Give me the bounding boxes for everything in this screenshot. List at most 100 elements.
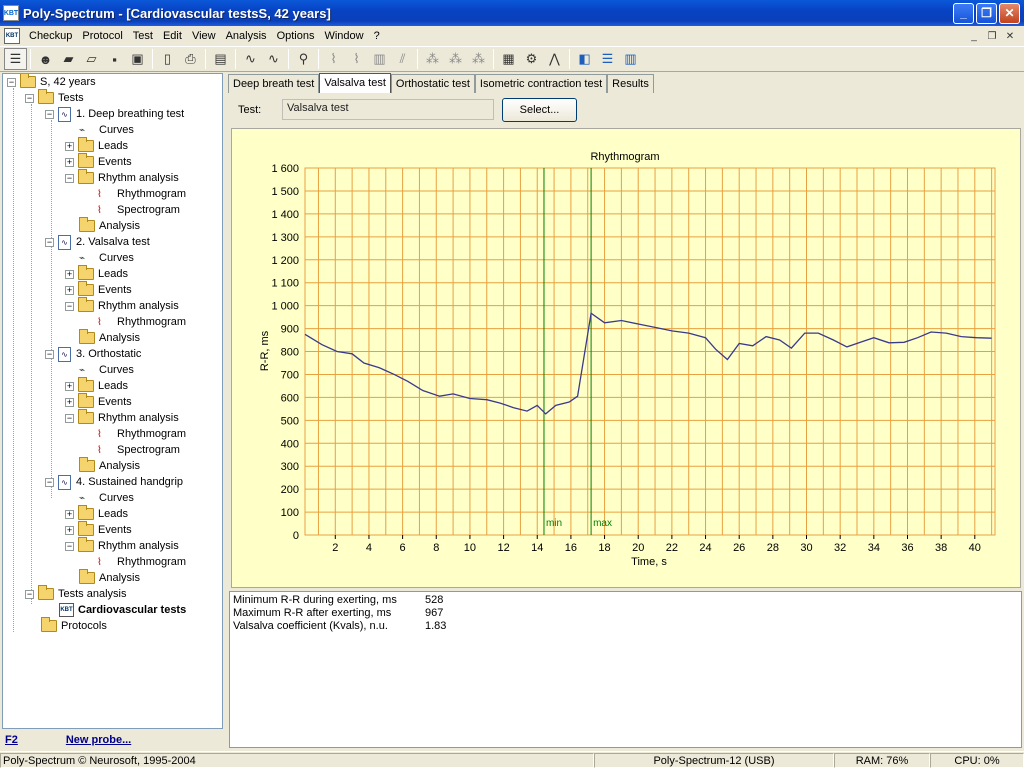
tree-panel[interactable]: − S, 42 years − Tests − ∿ 1. Deep breath… — [2, 73, 223, 729]
select-button[interactable]: Select... — [502, 98, 577, 122]
user-icon[interactable]: ☻ — [34, 48, 57, 70]
expand-icon[interactable]: + — [65, 157, 74, 167]
tree-item-rhythm-analysis[interactable]: − Rhythm analysis — [65, 537, 179, 554]
tab-deep-breath[interactable]: Deep breath test — [228, 74, 320, 93]
chart-line-icon[interactable]: ⌇ — [322, 48, 345, 70]
chart-area-icon[interactable]: ⌇ — [345, 48, 368, 70]
tree-item-analysis[interactable]: Analysis — [79, 329, 140, 346]
tree-item-spectrogram[interactable]: ⌇ Spectrogram — [97, 442, 180, 458]
expand-icon[interactable]: + — [65, 141, 74, 151]
tab-orthostatic[interactable]: Orthostatic test — [390, 74, 475, 93]
tree-item-test4[interactable]: − ∿ 4. Sustained handgrip — [45, 474, 183, 490]
bike-icon[interactable]: ⚙ — [520, 48, 543, 70]
tree-item-rhythmogram[interactable]: ⌇ Rhythmogram — [97, 554, 186, 570]
kbt-icon[interactable]: ▦ — [497, 48, 520, 70]
lock-icon[interactable]: ▣ — [126, 48, 149, 70]
tree-item-leads[interactable]: + Leads — [65, 377, 128, 394]
tree-item-root[interactable]: − S, 42 years — [7, 74, 96, 90]
scatter3-icon[interactable]: ⁂ — [467, 48, 490, 70]
tree-item-curves[interactable]: ⌁ Curves — [79, 490, 134, 506]
collapse-icon[interactable]: − — [65, 541, 74, 551]
tree-item-rhythm-analysis[interactable]: − Rhythm analysis — [65, 409, 179, 426]
cascade-icon[interactable]: ◧ — [573, 48, 596, 70]
tree-item-curves[interactable]: ⌁ Curves — [79, 122, 134, 138]
collapse-icon[interactable]: − — [65, 301, 74, 311]
collapse-icon[interactable]: − — [25, 93, 34, 103]
tree-item-test3[interactable]: − ∿ 3. Orthostatic — [45, 346, 141, 362]
zoom-icon[interactable]: ⚲ — [292, 48, 315, 70]
collapse-icon[interactable]: − — [45, 477, 54, 487]
tree-item-rhythmogram[interactable]: ⌇ Rhythmogram — [97, 314, 186, 330]
menu-protocol[interactable]: Protocol — [77, 27, 127, 45]
expand-icon[interactable]: + — [65, 397, 74, 407]
tree-item-rhythmogram[interactable]: ⌇ Rhythmogram — [97, 186, 186, 202]
tree-item-protocols[interactable]: Protocols — [41, 617, 107, 634]
mdi-window-icon[interactable]: KBT — [4, 28, 20, 44]
tree-item-events[interactable]: + Events — [65, 153, 132, 170]
tree-item-rhythm-analysis[interactable]: − Rhythm analysis — [65, 169, 179, 186]
menu-options[interactable]: Options — [272, 27, 320, 45]
menu-edit[interactable]: Edit — [158, 27, 187, 45]
tree-item-tests-analysis[interactable]: − Tests analysis — [25, 585, 126, 602]
expand-icon[interactable]: + — [65, 509, 74, 519]
tree-item-events[interactable]: + Events — [65, 521, 132, 538]
save-icon[interactable]: ▪ — [103, 48, 126, 70]
tree-item-test1[interactable]: − ∿ 1. Deep breathing test — [45, 106, 184, 122]
collapse-icon[interactable]: − — [45, 237, 54, 247]
mdi-minimize-button[interactable]: _ — [966, 29, 982, 43]
collapse-icon[interactable]: − — [65, 173, 74, 183]
new-folder-icon[interactable]: ▰ — [57, 48, 80, 70]
tree-item-analysis[interactable]: Analysis — [79, 457, 140, 474]
collapse-icon[interactable]: − — [7, 77, 16, 87]
menu-checkup[interactable]: Checkup — [24, 27, 77, 45]
tree-item-spectrogram[interactable]: ⌇ Spectrogram — [97, 202, 180, 218]
tab-isometric[interactable]: Isometric contraction test — [474, 74, 608, 93]
tree-item-rhythmogram[interactable]: ⌇ Rhythmogram — [97, 426, 186, 442]
tree-view-icon[interactable]: ☰ — [4, 48, 27, 70]
expand-icon[interactable]: + — [65, 525, 74, 535]
expand-icon[interactable]: + — [65, 269, 74, 279]
scatter1-icon[interactable]: ⁂ — [421, 48, 444, 70]
tree-item-rhythm-analysis[interactable]: − Rhythm analysis — [65, 297, 179, 314]
tile-vertical-icon[interactable]: ▥ — [619, 48, 642, 70]
tree-item-cardiovascular-tests[interactable]: KBT Cardiovascular tests — [59, 602, 186, 618]
print-icon[interactable]: ⎙ — [179, 48, 202, 70]
menu-analysis[interactable]: Analysis — [221, 27, 272, 45]
protocol-icon[interactable]: ▤ — [209, 48, 232, 70]
tree-item-test2[interactable]: − ∿ 2. Valsalva test — [45, 234, 150, 250]
ecg-doc-icon[interactable]: ∿ — [262, 48, 285, 70]
expand-icon[interactable]: + — [65, 285, 74, 295]
tile-horizontal-icon[interactable]: ☰ — [596, 48, 619, 70]
tree-item-curves[interactable]: ⌁ Curves — [79, 362, 134, 378]
collapse-icon[interactable]: − — [45, 349, 54, 359]
collapse-icon[interactable]: − — [65, 413, 74, 423]
tab-valsalva[interactable]: Valsalva test — [319, 73, 391, 93]
maximize-button[interactable]: ❐ — [976, 2, 997, 24]
tab-results[interactable]: Results — [607, 74, 654, 93]
print-preview-icon[interactable]: ▯ — [156, 48, 179, 70]
tree-item-leads[interactable]: + Leads — [65, 265, 128, 282]
mdi-restore-button[interactable]: ❐ — [984, 29, 1000, 43]
chart-diag-icon[interactable]: ⫽ — [391, 48, 414, 70]
ecg-icon[interactable]: ∿ — [239, 48, 262, 70]
close-button[interactable]: ✕ — [999, 2, 1020, 24]
tree-item-analysis[interactable]: Analysis — [79, 217, 140, 234]
tree-item-leads[interactable]: + Leads — [65, 137, 128, 154]
menu-help[interactable]: ? — [369, 27, 385, 45]
f2-link[interactable]: F2 — [5, 734, 18, 746]
menu-view[interactable]: View — [187, 27, 221, 45]
tree-item-events[interactable]: + Events — [65, 281, 132, 298]
menu-test[interactable]: Test — [128, 27, 158, 45]
collapse-icon[interactable]: − — [45, 109, 54, 119]
chart-bar-icon[interactable]: ▥ — [368, 48, 391, 70]
tree-item-curves[interactable]: ⌁ Curves — [79, 250, 134, 266]
tree-item-events[interactable]: + Events — [65, 393, 132, 410]
expand-icon[interactable]: + — [65, 381, 74, 391]
tree-item-analysis[interactable]: Analysis — [79, 569, 140, 586]
collapse-icon[interactable]: − — [25, 589, 34, 599]
new-probe-link[interactable]: New probe... — [66, 734, 131, 746]
graph-icon[interactable]: ⋀ — [543, 48, 566, 70]
minimize-button[interactable]: _ — [953, 2, 974, 24]
open-folder-icon[interactable]: ▱ — [80, 48, 103, 70]
scatter2-icon[interactable]: ⁂ — [444, 48, 467, 70]
